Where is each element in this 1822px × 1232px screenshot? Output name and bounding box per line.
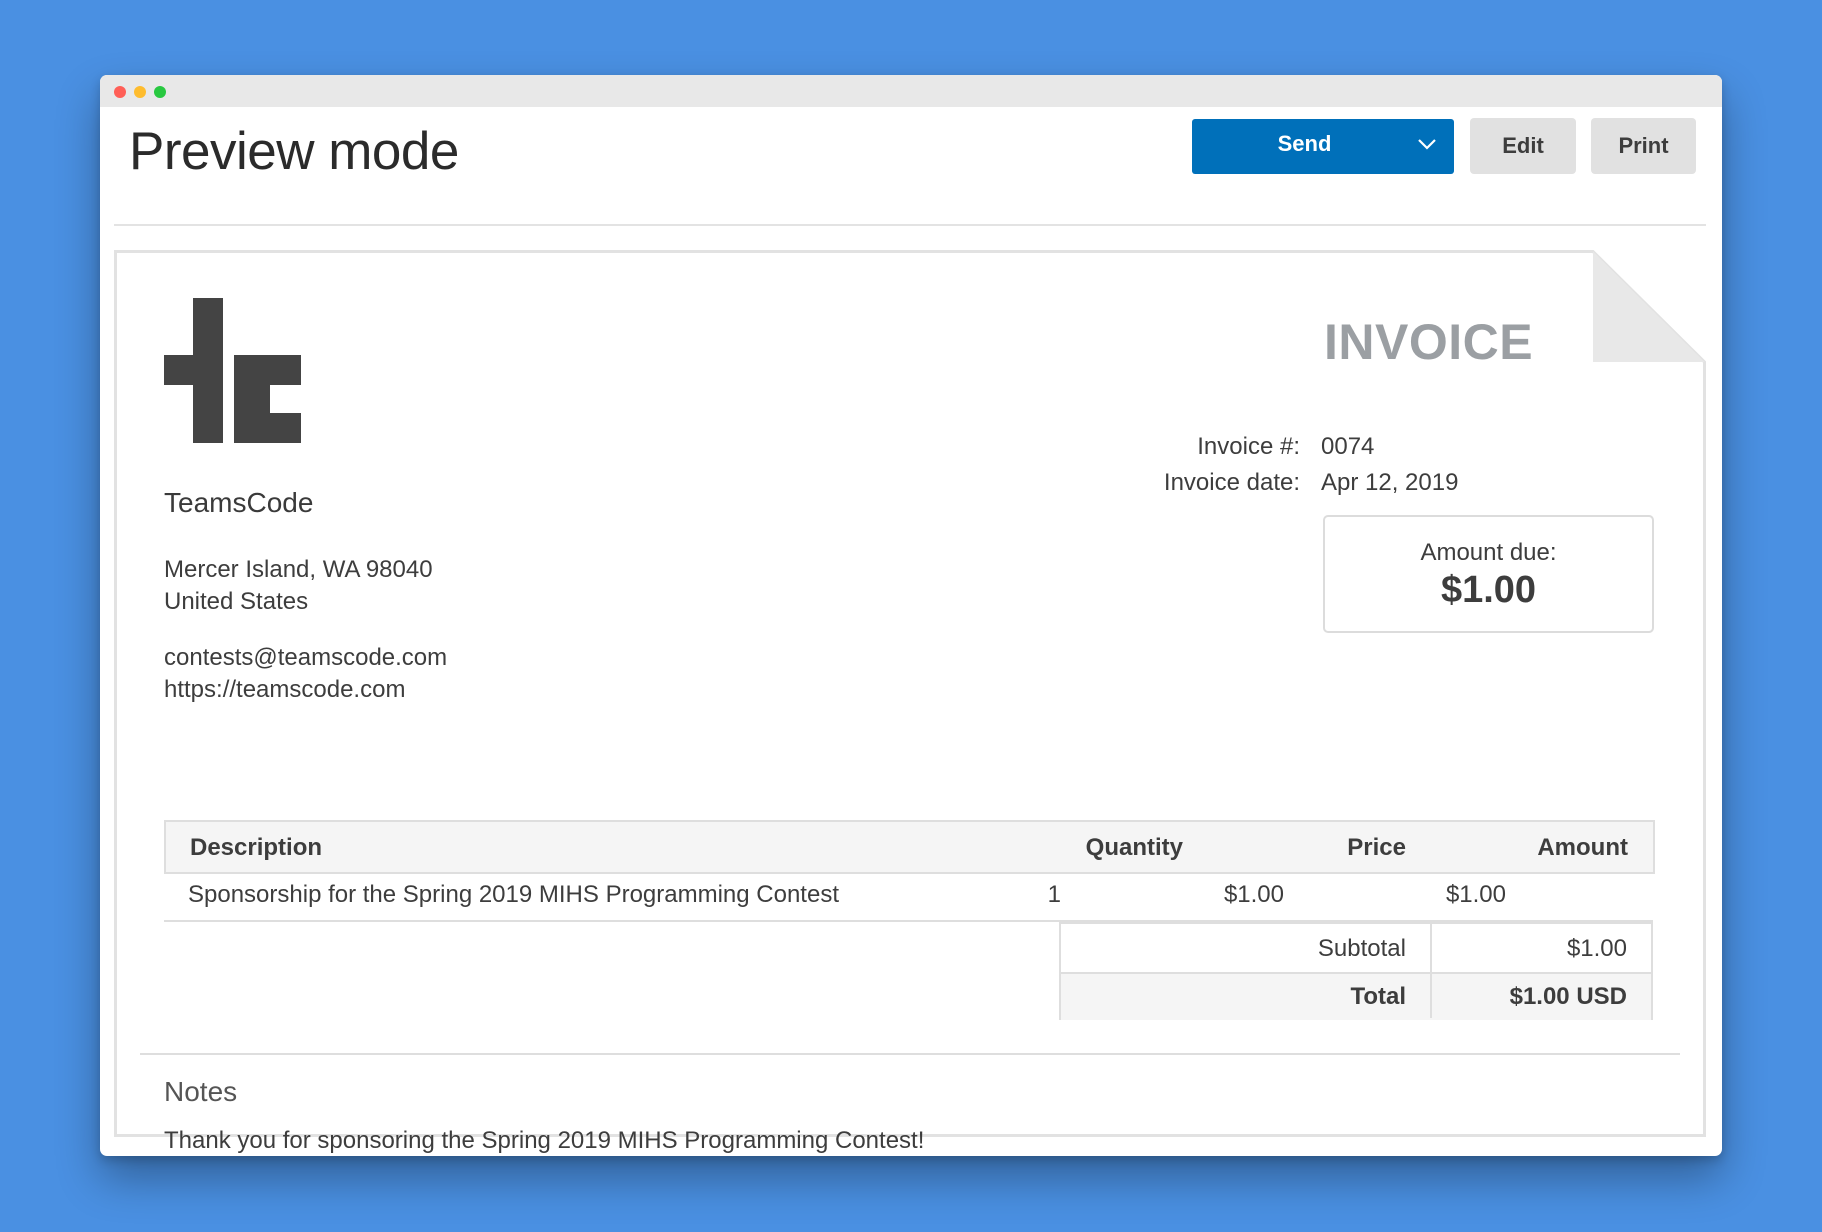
send-button-label: Send [1277,131,1332,156]
company-name: TeamsCode [164,487,314,518]
company-logo [164,298,301,443]
invoice-date-label: Invoice date: [1163,469,1300,496]
totals-table: Subtotal $1.00 Total $1.00 USD [1059,922,1653,1020]
minimize-window-dot[interactable] [134,86,146,98]
preview-window: Preview mode Send Edit Print TeamsCode M… [100,75,1722,1156]
row-price: $1.00 [1223,881,1284,908]
row-quantity: 1 [1047,881,1061,908]
total-value: $1.00 USD [1509,983,1627,1010]
col-quantity-header: Quantity [1085,834,1183,861]
company-address-line2: United States [164,588,309,615]
notes-text: Thank you for sponsoring the Spring 2019… [164,1127,925,1154]
totals-column-separator [1430,924,1432,1018]
total-label: Total [1350,983,1406,1010]
amount-due-value: $1.00 [1440,569,1537,611]
maximize-window-dot[interactable] [154,86,166,98]
invoice-number-value: 0074 [1321,433,1375,460]
col-description-header: Description [190,834,323,861]
amount-due-box: Amount due: $1.00 [1323,515,1654,633]
edit-button[interactable]: Edit [1470,118,1576,174]
table-header: Description Quantity Price Amount [164,820,1655,874]
window-titlebar [100,75,1722,107]
company-address-line1: Mercer Island, WA 98040 [164,556,433,583]
invoice-document: TeamsCode Mercer Island, WA 98040 United… [114,250,1706,1154]
invoice-date-value: Apr 12, 2019 [1321,469,1459,496]
chevron-down-icon[interactable] [1414,131,1440,157]
subtotal-value: $1.00 [1566,935,1627,962]
subtotal-label: Subtotal [1317,935,1406,962]
col-amount-header: Amount [1537,834,1628,861]
print-button[interactable]: Print [1591,118,1696,174]
page-title: Preview mode [129,122,459,181]
notes-divider [140,1053,1680,1055]
invoice-number-label: Invoice #: [1197,433,1300,460]
amount-due-label: Amount due: [1420,539,1557,566]
send-button[interactable]: Send [1192,119,1454,174]
close-window-dot[interactable] [114,86,126,98]
invoice-heading: INVOICE [1324,314,1534,370]
col-price-header: Price [1347,834,1406,861]
company-website: https://teamscode.com [164,676,406,703]
header-divider [114,224,1706,226]
notes-title: Notes [164,1076,238,1107]
row-amount: $1.00 [1445,881,1506,908]
row-description: Sponsorship for the Spring 2019 MIHS Pro… [188,881,839,908]
company-email: contests@teamscode.com [164,644,448,671]
